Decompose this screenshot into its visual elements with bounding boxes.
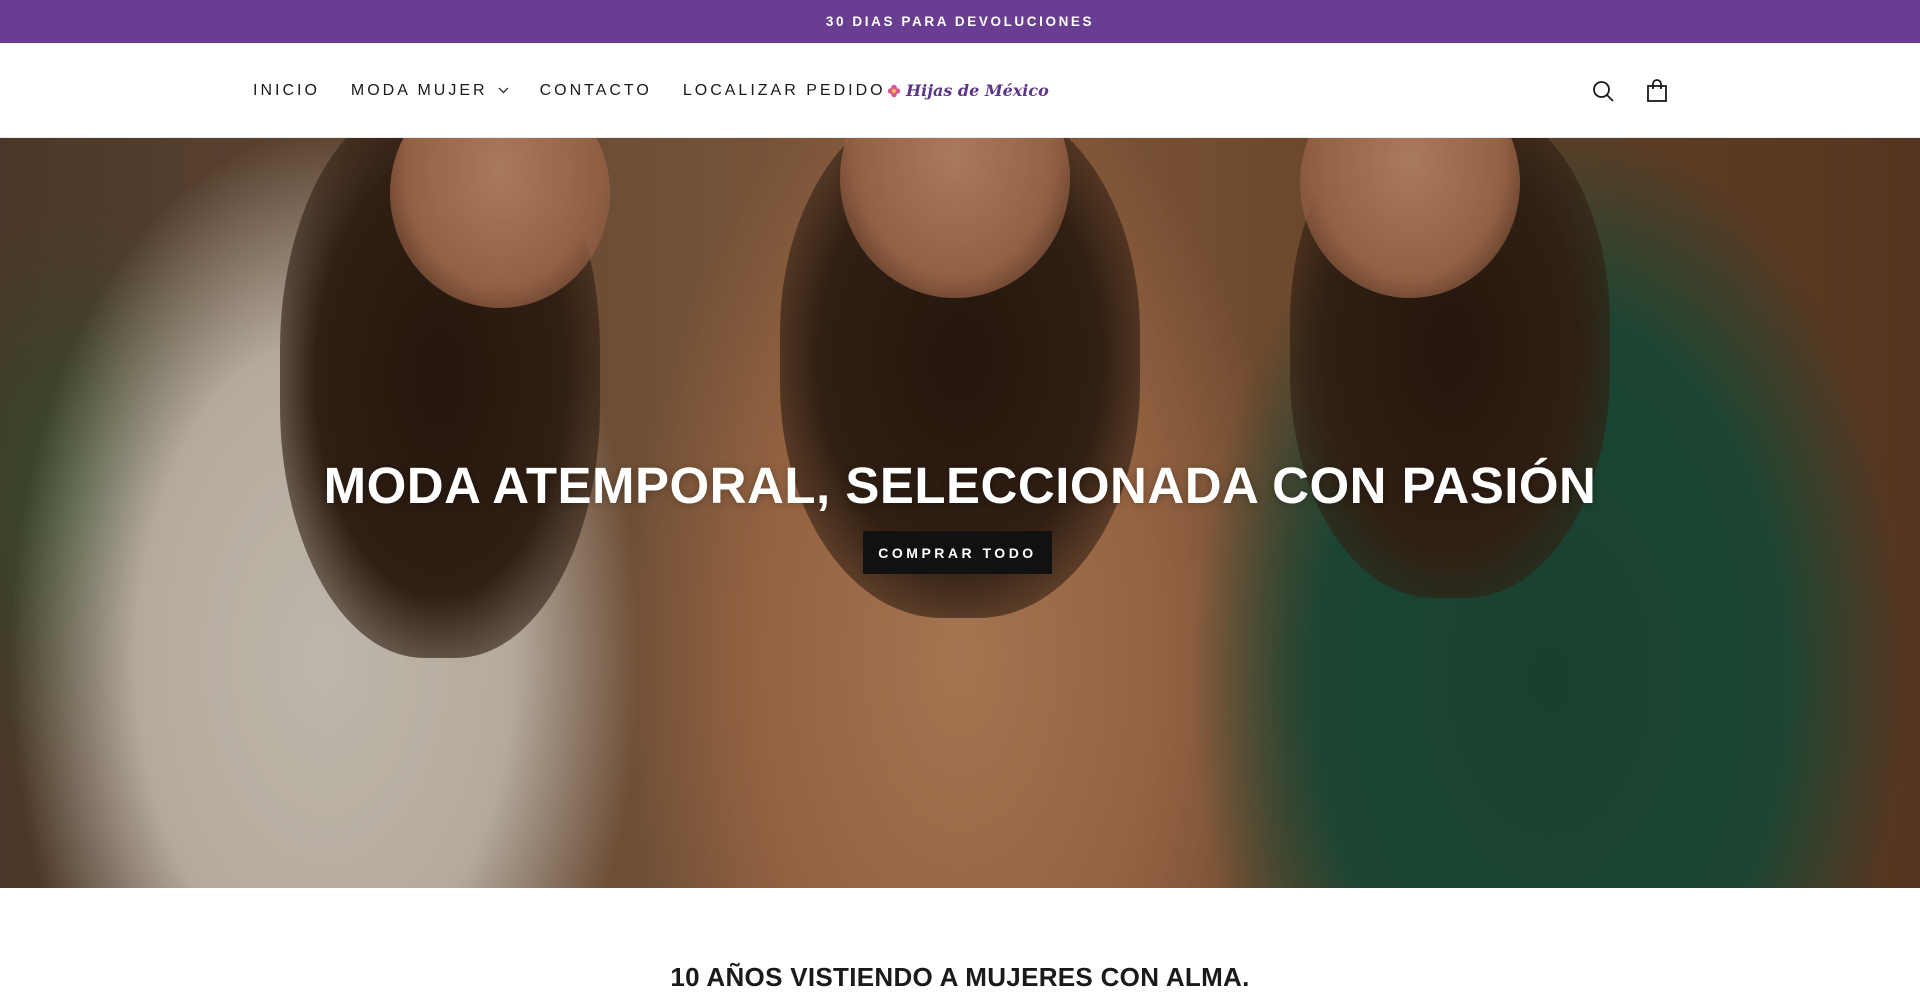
logo-text: Hijas de México: [906, 81, 1049, 100]
nav-item-label: LOCALIZAR PEDIDO: [682, 81, 886, 99]
shop-all-button[interactable]: COMPRAR TODO: [863, 531, 1052, 574]
main-nav: INICIO MODA MUJER CONTACTO LOCALIZAR PED…: [253, 43, 917, 138]
nav-item-inicio[interactable]: INICIO: [253, 82, 320, 100]
search-icon[interactable]: [1590, 78, 1616, 104]
nav-item-label: INICIO: [253, 81, 320, 99]
hero-title: MODA ATEMPORAL, SELECCIONADA CON PASIÓN: [323, 457, 1597, 514]
cart-icon[interactable]: [1644, 78, 1670, 104]
header-actions: [1590, 43, 1670, 138]
nav-item-contacto[interactable]: CONTACTO: [540, 82, 652, 100]
hero-banner: MODA ATEMPORAL, SELECCIONADA CON PASIÓN …: [0, 138, 1920, 888]
chevron-down-icon: [498, 87, 509, 94]
nav-item-moda-mujer[interactable]: MODA MUJER: [351, 82, 509, 100]
site-header: INICIO MODA MUJER CONTACTO LOCALIZAR PED…: [0, 43, 1920, 138]
announcement-bar: 30 DIAS PARA DEVOLUCIONES: [0, 0, 1920, 43]
nav-item-localizar-pedido[interactable]: LOCALIZAR PEDIDO: [683, 82, 886, 100]
announcement-text: 30 DIAS PARA DEVOLUCIONES: [825, 14, 1095, 29]
site-logo[interactable]: Hijas de México: [887, 43, 1049, 138]
section-tagline: 10 AÑOS VISTIENDO A MUJERES CON ALMA.: [670, 962, 1250, 992]
nav-item-label: CONTACTO: [539, 81, 652, 99]
nav-item-label: MODA MUJER: [350, 81, 488, 99]
flower-icon: [887, 84, 901, 98]
